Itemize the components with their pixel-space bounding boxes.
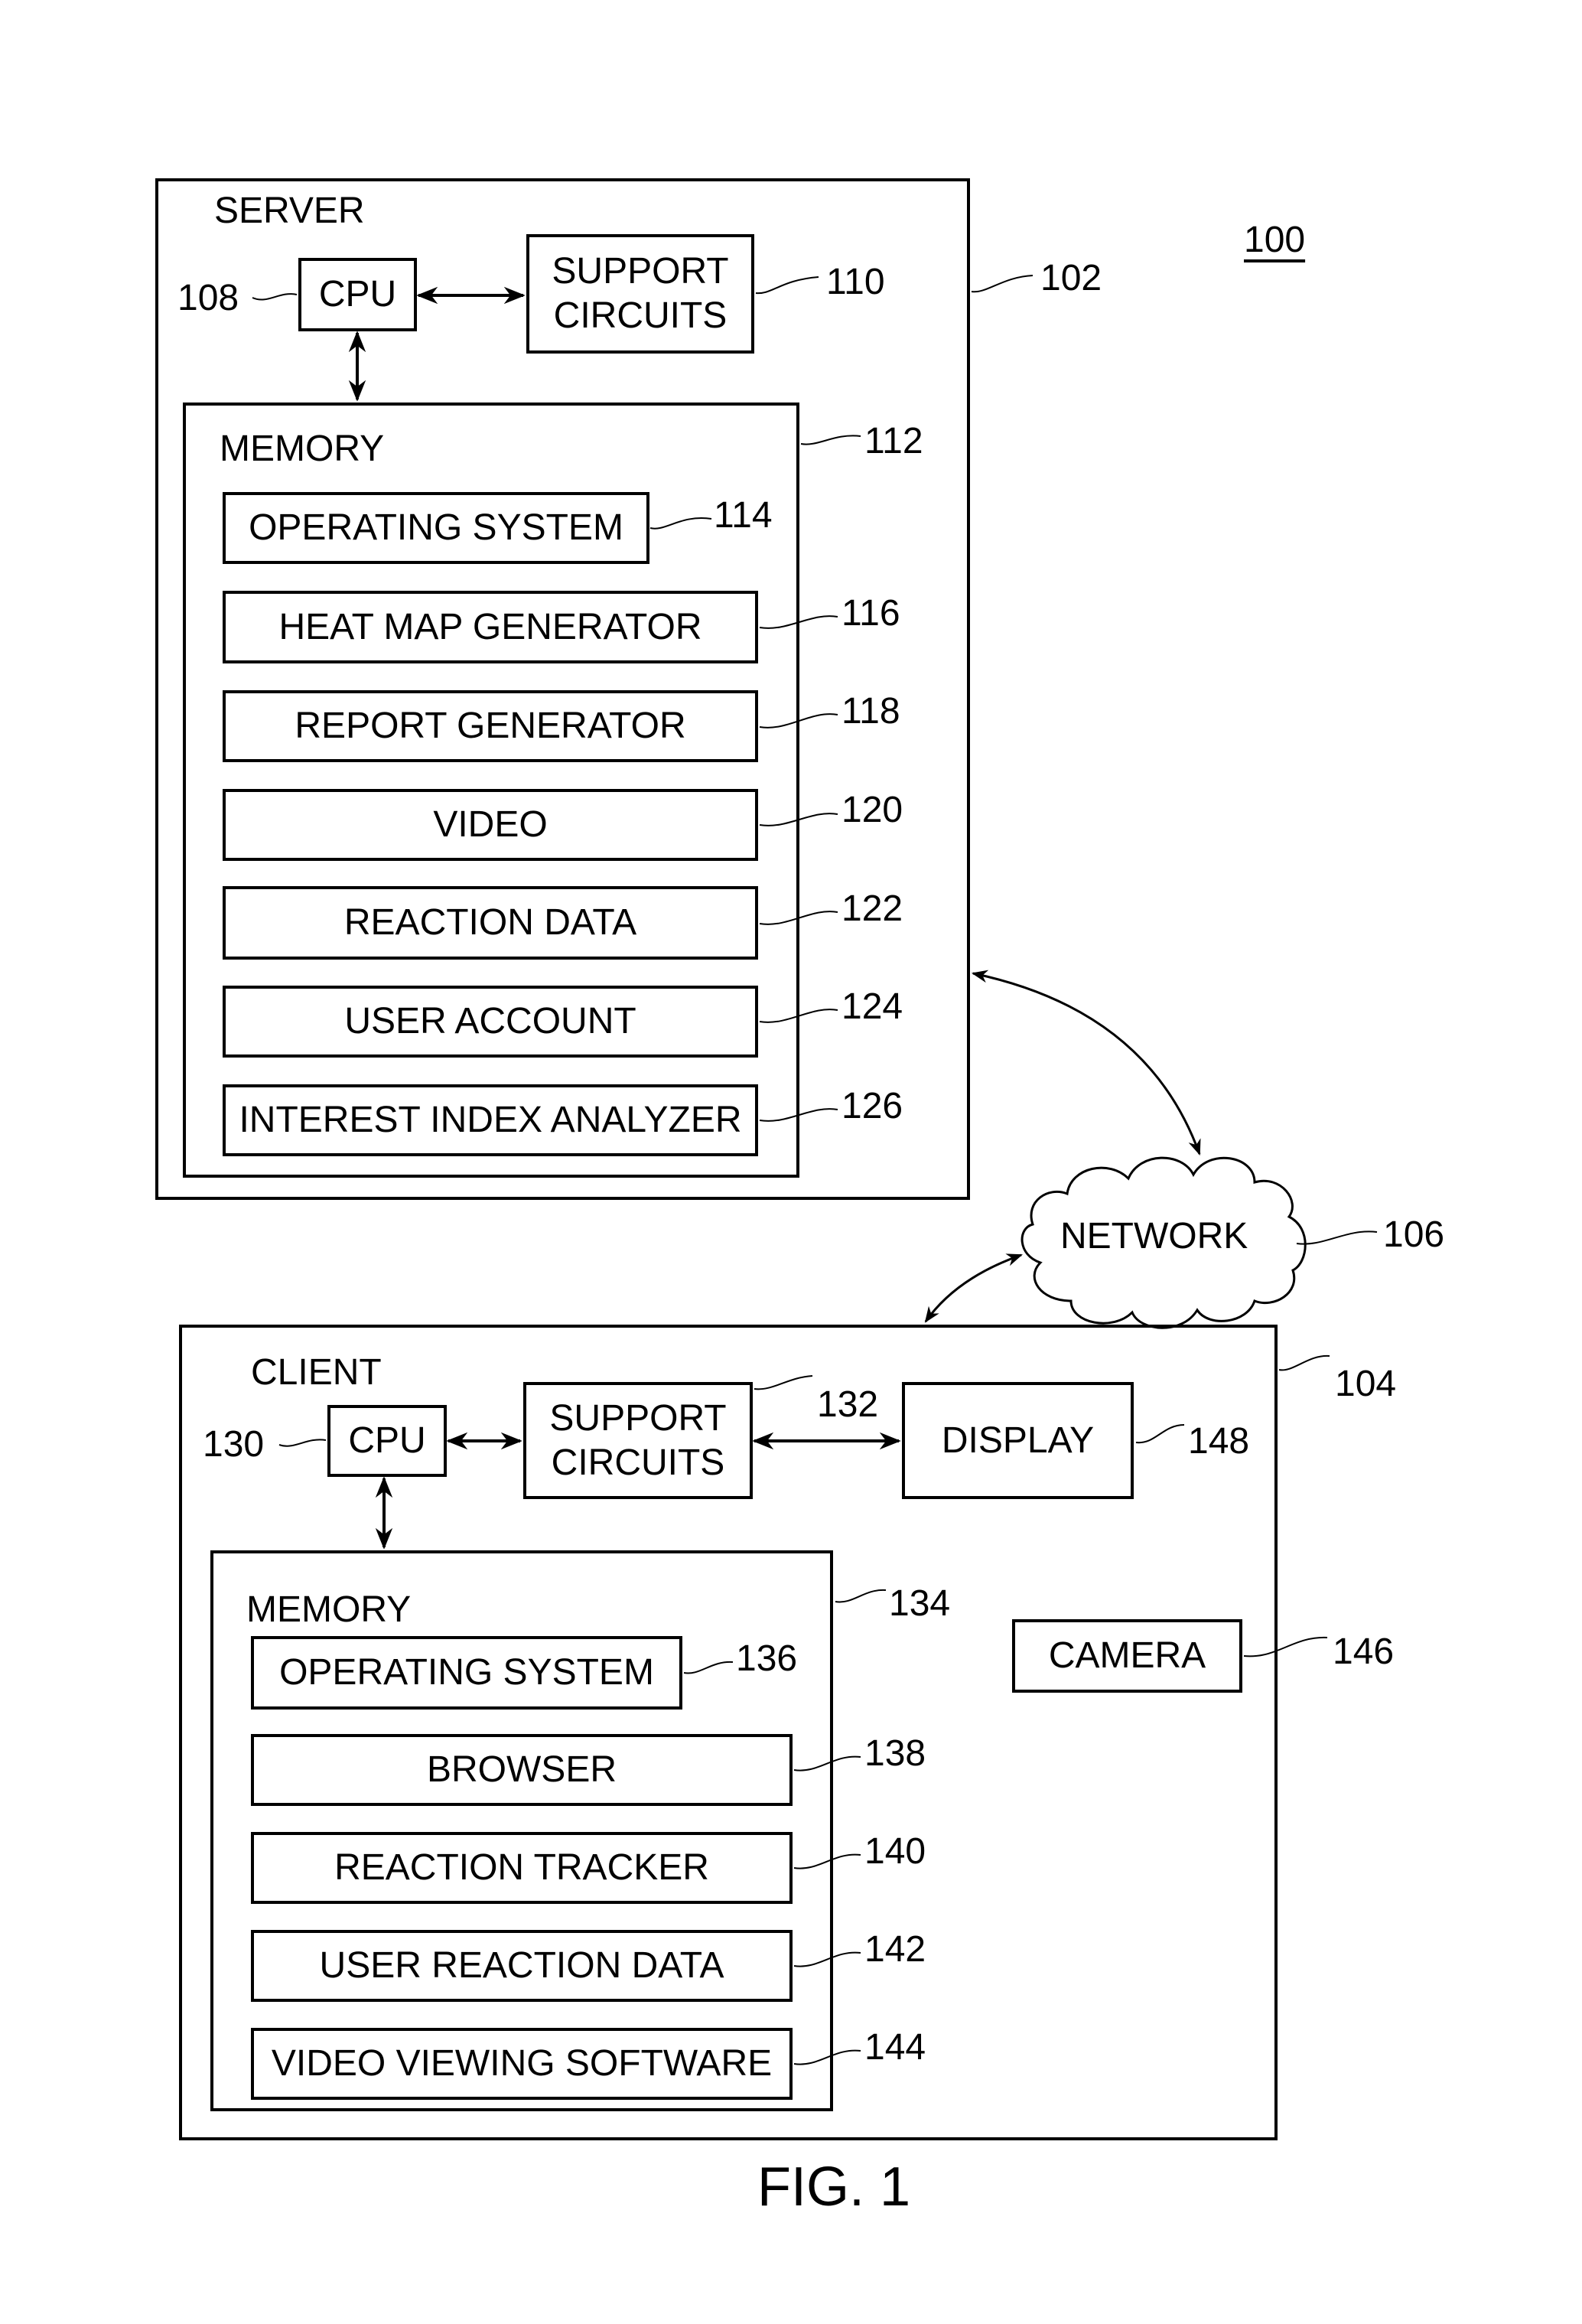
client-cpu-label: CPU bbox=[348, 1420, 426, 1462]
server-memory-item: VIDEO bbox=[223, 789, 758, 861]
display-label: DISPLAY bbox=[941, 1419, 1095, 1461]
client-memory-item: OPERATING SYSTEM bbox=[251, 1636, 682, 1710]
server-memory-item-label: REACTION DATA bbox=[343, 902, 637, 944]
server-ref: 102 bbox=[1040, 258, 1102, 298]
client-memory-item-label: BROWSER bbox=[426, 1749, 617, 1791]
server-memory-item: USER ACCOUNT bbox=[223, 986, 758, 1058]
client-memory-item-label: USER REACTION DATA bbox=[319, 1945, 724, 1987]
client-memory-item-label: VIDEO VIEWING SOFTWARE bbox=[271, 2043, 773, 2084]
client-memory-title: MEMORY bbox=[246, 1589, 412, 1630]
server-memory-item-ref: 116 bbox=[841, 593, 900, 634]
client-support-line1: SUPPORT bbox=[549, 1397, 727, 1439]
client-memory-item-ref: 144 bbox=[864, 2027, 926, 2068]
client-ref: 104 bbox=[1335, 1364, 1397, 1404]
server-memory-ref: 112 bbox=[864, 421, 923, 461]
server-support-ref: 110 bbox=[826, 262, 885, 302]
client-memory-item-ref: 136 bbox=[736, 1638, 798, 1679]
client-memory-item: VIDEO VIEWING SOFTWARE bbox=[251, 2028, 793, 2100]
server-memory-item-label: VIDEO bbox=[433, 804, 548, 846]
server-support-line1: SUPPORT bbox=[552, 251, 729, 292]
server-memory-item-ref: 122 bbox=[841, 888, 903, 929]
server-title: SERVER bbox=[214, 191, 365, 231]
client-support-circuits-box: SUPPORT CIRCUITS bbox=[523, 1382, 753, 1499]
server-memory-item-ref: 118 bbox=[841, 691, 900, 732]
leader-106 bbox=[1296, 1230, 1378, 1245]
client-support-ref: 132 bbox=[817, 1384, 879, 1425]
server-cpu-label: CPU bbox=[318, 274, 397, 315]
display-box: DISPLAY bbox=[902, 1382, 1134, 1499]
client-memory-item-ref: 140 bbox=[864, 1831, 926, 1872]
client-memory-item: BROWSER bbox=[251, 1734, 793, 1806]
server-support-line2: CIRCUITS bbox=[553, 295, 728, 336]
network-ref: 106 bbox=[1383, 1214, 1445, 1255]
server-cpu-box: CPU bbox=[298, 258, 417, 331]
server-memory-title: MEMORY bbox=[220, 429, 385, 469]
server-memory-item-label: USER ACCOUNT bbox=[344, 1001, 636, 1042]
camera-label: CAMERA bbox=[1048, 1635, 1206, 1677]
client-support-line2: CIRCUITS bbox=[551, 1442, 725, 1483]
client-memory-item-label: OPERATING SYSTEM bbox=[279, 1652, 654, 1693]
leader-104 bbox=[1278, 1354, 1330, 1371]
figure-caption: FIG. 1 bbox=[757, 2156, 911, 2218]
system-ref: 100 bbox=[1244, 220, 1306, 260]
server-memory-item-label: INTEREST INDEX ANALYZER bbox=[239, 1100, 742, 1141]
client-memory-item: USER REACTION DATA bbox=[251, 1930, 793, 2002]
network-label: NETWORK bbox=[1060, 1216, 1248, 1257]
server-memory-item-ref: 124 bbox=[841, 986, 903, 1027]
server-memory-item-label: REPORT GENERATOR bbox=[295, 706, 686, 747]
server-memory-item-ref: 126 bbox=[841, 1086, 903, 1126]
server-memory-item: REACTION DATA bbox=[223, 886, 758, 960]
server-cpu-ref: 108 bbox=[177, 278, 239, 318]
server-memory-item: REPORT GENERATOR bbox=[223, 690, 758, 762]
server-support-circuits-box: SUPPORT CIRCUITS bbox=[526, 234, 754, 354]
server-memory-item: HEAT MAP GENERATOR bbox=[223, 591, 758, 663]
network-client-arrow bbox=[924, 1253, 1023, 1323]
client-memory-item-ref: 142 bbox=[864, 1929, 926, 1970]
server-network-arrow bbox=[971, 970, 1201, 1155]
server-memory-item-label: HEAT MAP GENERATOR bbox=[278, 606, 702, 647]
client-memory-item-label: REACTION TRACKER bbox=[334, 1847, 709, 1889]
client-memory-item: REACTION TRACKER bbox=[251, 1832, 793, 1904]
client-memory-ref: 134 bbox=[889, 1583, 951, 1624]
camera-ref: 146 bbox=[1333, 1631, 1395, 1672]
server-memory-item-ref: 114 bbox=[714, 495, 773, 536]
client-cpu-box: CPU bbox=[327, 1405, 447, 1477]
server-memory-item: INTEREST INDEX ANALYZER bbox=[223, 1084, 758, 1156]
camera-box: CAMERA bbox=[1012, 1619, 1242, 1693]
server-memory-item-ref: 120 bbox=[841, 790, 903, 830]
server-memory-item-label: OPERATING SYSTEM bbox=[249, 507, 623, 549]
client-memory-item-ref: 138 bbox=[864, 1733, 926, 1774]
leader-102 bbox=[971, 275, 1034, 293]
server-memory-item: OPERATING SYSTEM bbox=[223, 492, 649, 564]
client-title: CLIENT bbox=[251, 1352, 382, 1393]
display-ref: 148 bbox=[1188, 1421, 1250, 1462]
client-cpu-ref: 130 bbox=[203, 1424, 265, 1465]
